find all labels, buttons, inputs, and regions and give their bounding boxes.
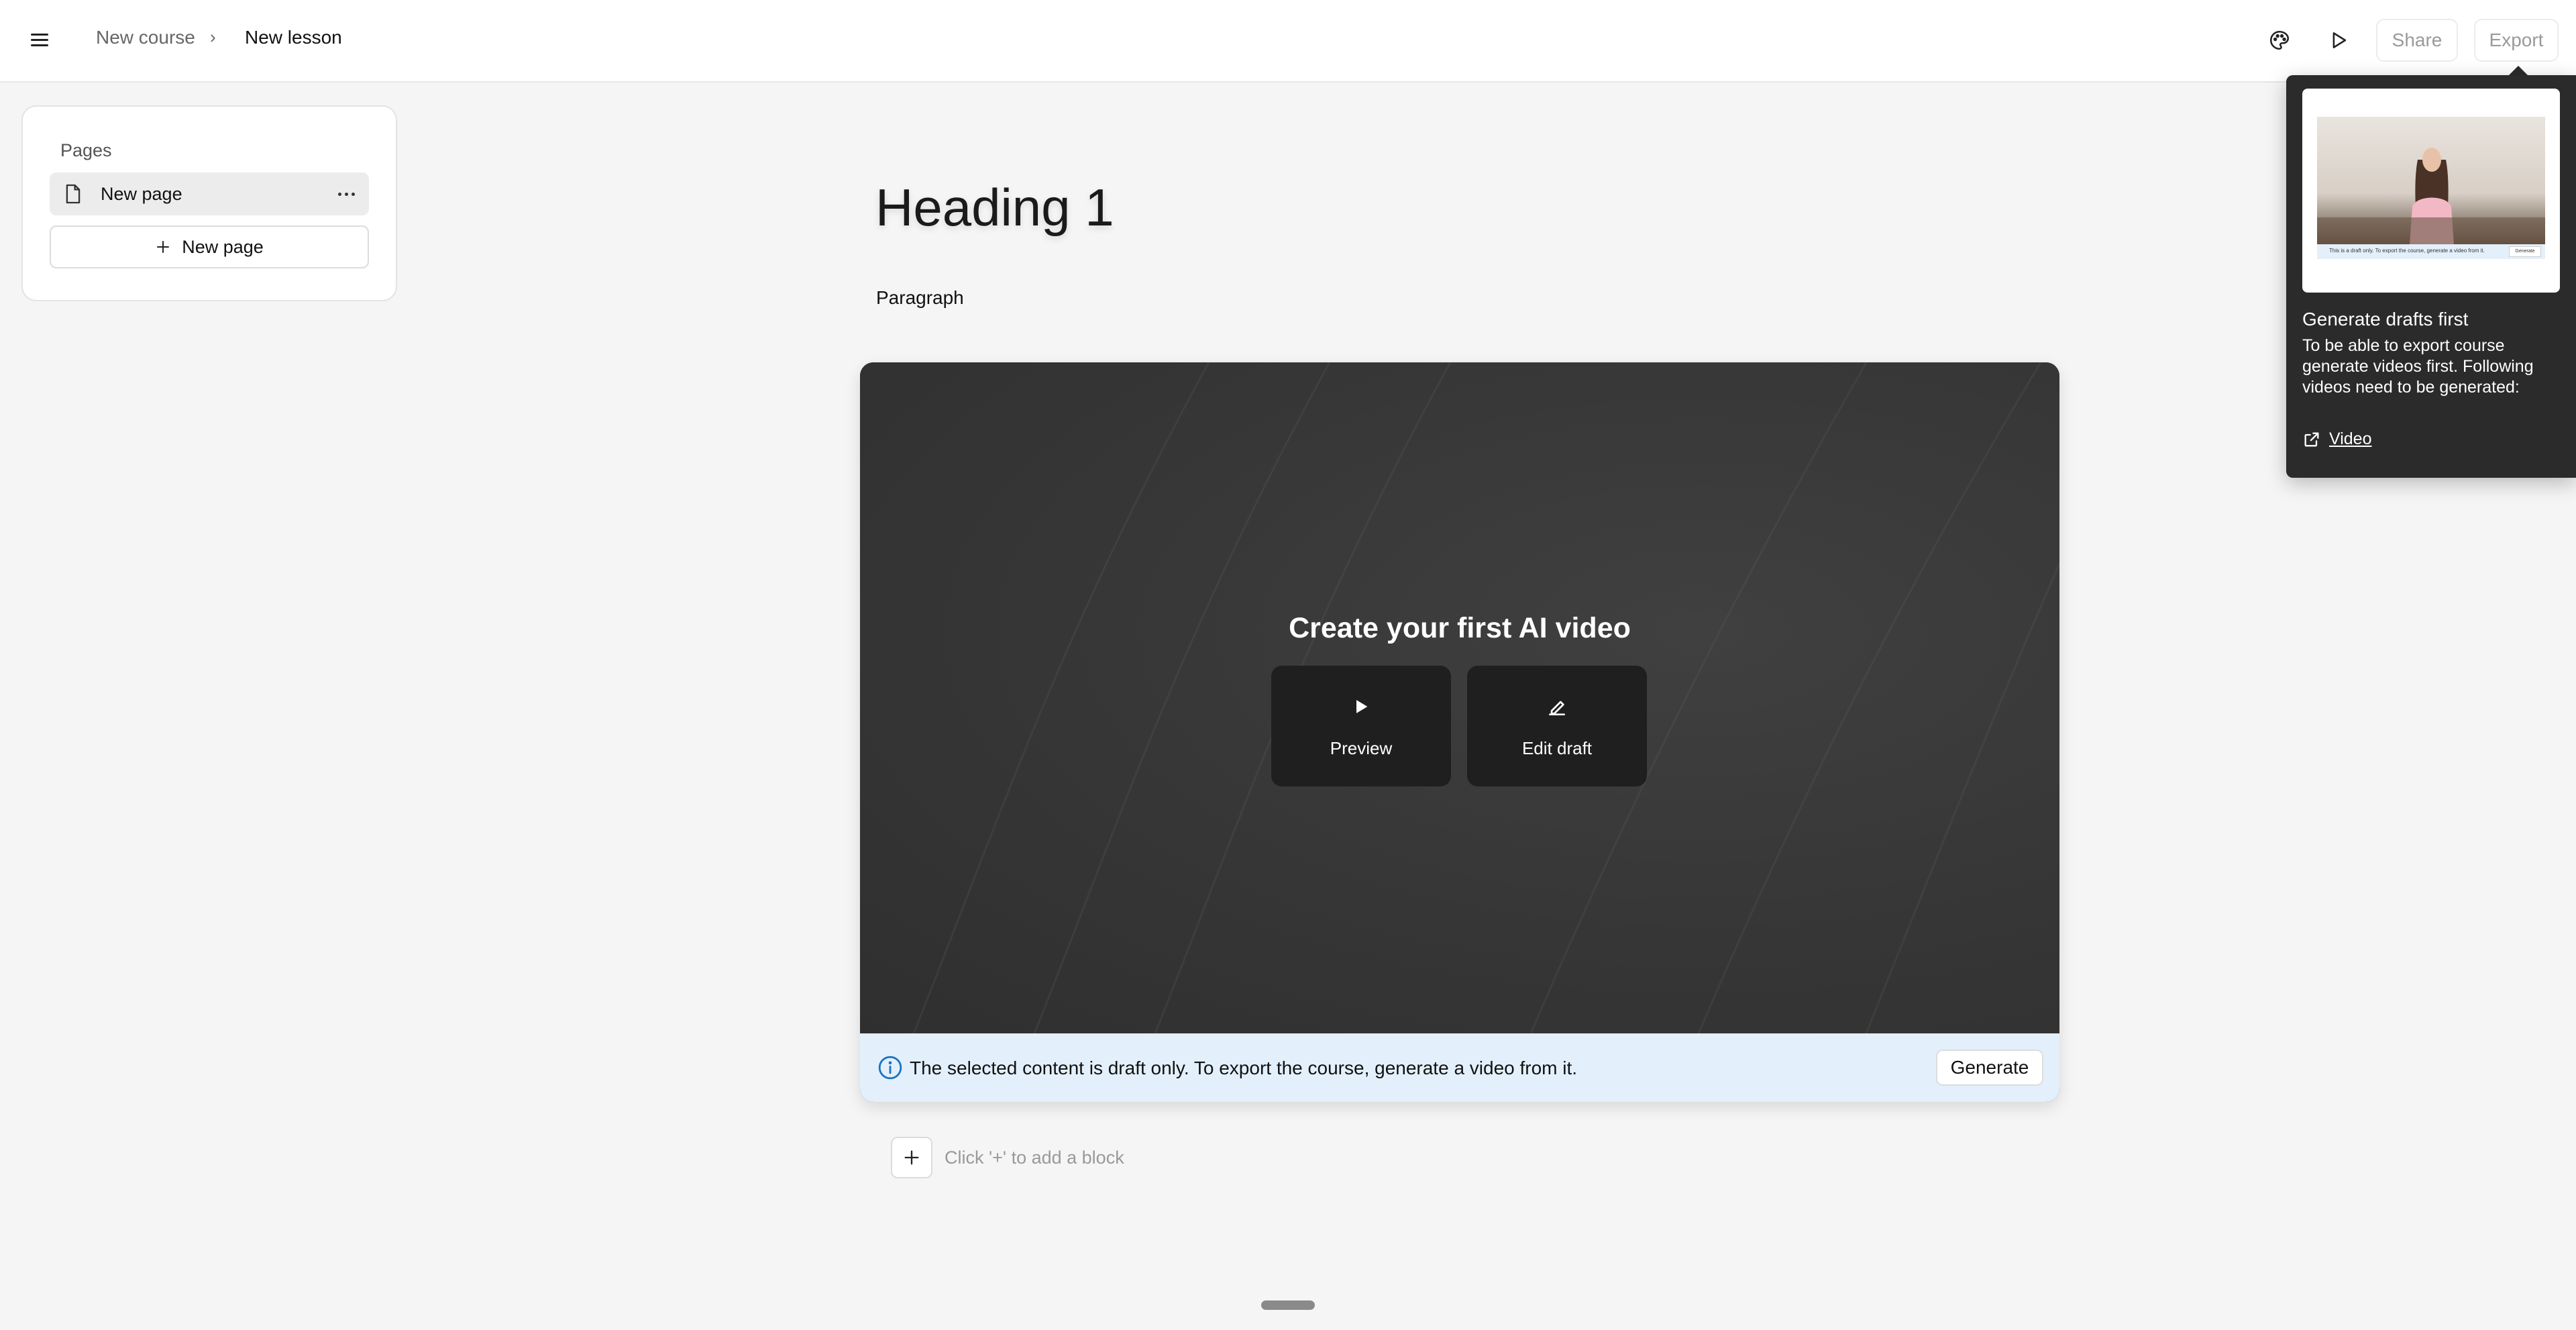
ai-video-block: Create your first AI video Preview Edit … [860,362,2059,1102]
top-bar: New course › New lesson Share Export [0,0,2576,83]
page-item-label: New page [101,184,182,204]
edit-draft-button[interactable]: Edit draft [1467,666,1647,786]
thumbnail-generate-button: Generate [2509,246,2541,257]
breadcrumb-lesson: New lesson [245,27,342,48]
add-block-hint: Click '+' to add a block [945,1147,1124,1168]
video-canvas: Create your first AI video Preview Edit … [860,362,2059,1033]
document-icon [66,184,80,204]
menu-icon[interactable] [30,30,51,51]
add-block-button[interactable] [891,1137,932,1178]
external-link-icon [2304,432,2319,446]
tooltip-preview-image: This is a draft only. To export the cour… [2302,89,2560,293]
plus-icon [904,1150,919,1165]
thumbnail-notice-text: This is a draft only. To export the cour… [2329,248,2485,254]
palette-icon[interactable] [2261,21,2298,59]
video-link-label: Video [2329,429,2372,448]
resize-handle[interactable] [1261,1300,1315,1310]
generate-button[interactable]: Generate [1936,1050,2043,1086]
draft-notice-bar: The selected content is draft only. To e… [860,1033,2059,1102]
thumbnail-video [2317,117,2545,244]
video-link[interactable]: Video [2302,429,2372,449]
new-page-label: New page [182,236,264,257]
info-icon [878,1056,902,1080]
tooltip-title: Generate drafts first [2302,309,2469,329]
play-icon[interactable] [2320,21,2357,59]
lesson-heading[interactable]: Heading 1 [875,177,1114,238]
draft-notice-text: The selected content is draft only. To e… [910,1058,1578,1078]
tooltip-body: To be able to export course generate vid… [2302,336,2534,397]
share-button[interactable]: Share [2376,19,2458,62]
lesson-paragraph[interactable]: Paragraph [876,287,964,309]
more-options-icon[interactable] [333,183,360,205]
edit-draft-label: Edit draft [1521,738,1593,758]
breadcrumb-separator: › [210,27,216,47]
sidebar-page-item[interactable]: New page [50,172,369,215]
pencil-icon [1549,701,1565,715]
preview-label: Preview [1330,738,1393,758]
sidebar-title: Pages [60,140,112,160]
background-pattern [912,362,2059,1033]
plus-icon [157,241,170,253]
new-page-button[interactable]: New page [50,225,369,268]
breadcrumb-course[interactable]: New course [96,27,195,48]
export-tooltip: This is a draft only. To export the cour… [2286,75,2576,478]
play-icon [1356,700,1368,713]
thumbnail-notice-bar: This is a draft only. To export the cour… [2317,244,2545,259]
video-block-title: Create your first AI video [1289,612,1631,644]
pages-sidebar: Pages New page New page [21,105,397,301]
export-button[interactable]: Export [2474,19,2559,62]
preview-button[interactable]: Preview [1271,666,1451,786]
